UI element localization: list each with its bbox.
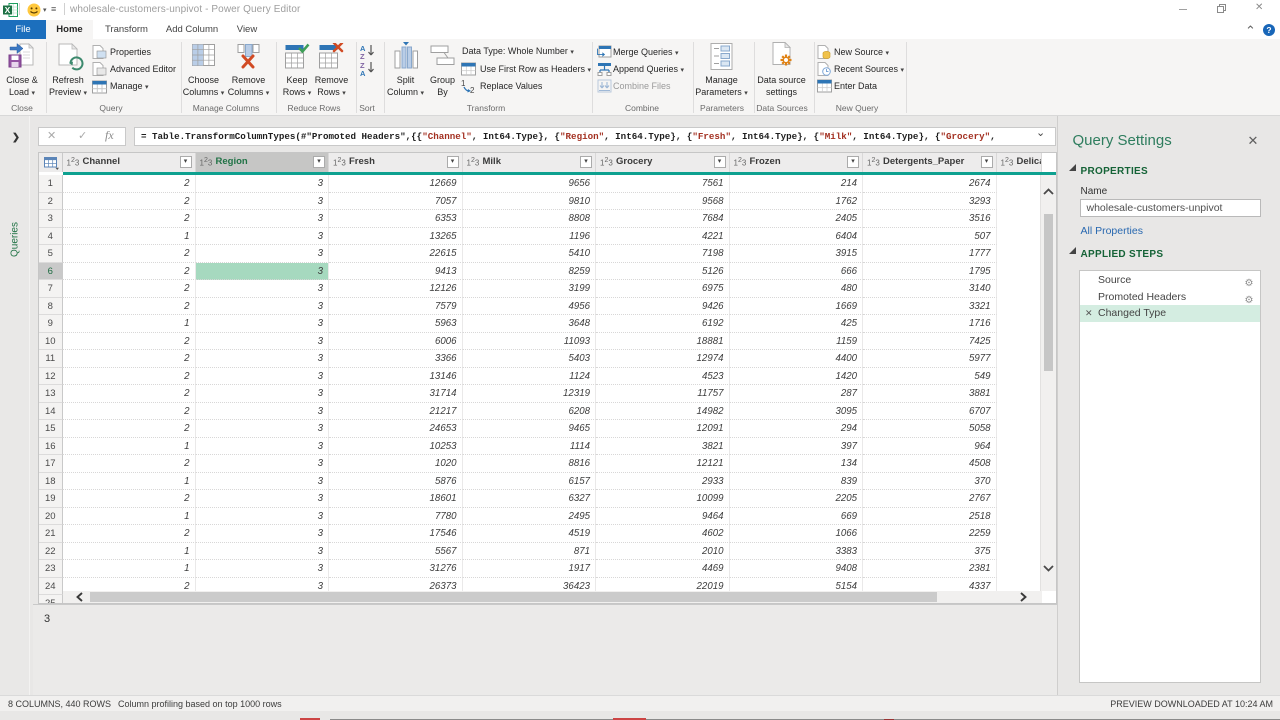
svg-text:2: 2 — [470, 86, 475, 94]
svg-text:Z: Z — [360, 52, 365, 59]
svg-text:X: X — [5, 5, 11, 15]
svg-text:A: A — [360, 69, 366, 76]
svg-text:1: 1 — [461, 79, 466, 88]
